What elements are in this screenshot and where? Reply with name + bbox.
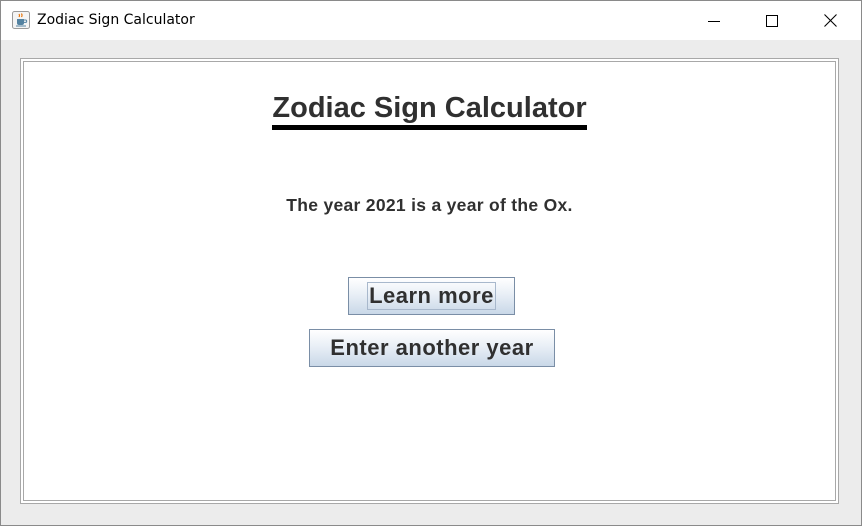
- maximize-button[interactable]: [743, 1, 801, 40]
- enter-another-year-button[interactable]: Enter another year: [309, 329, 555, 367]
- java-coffee-cup-icon[interactable]: [12, 11, 30, 29]
- window-title: Zodiac Sign Calculator: [37, 12, 195, 28]
- close-icon: [823, 14, 837, 27]
- learn-more-button[interactable]: Learn more: [348, 277, 515, 315]
- app-window: Zodiac Sign Calculator Zodiac Sign Calcu…: [0, 0, 862, 526]
- main-panel-inner: Zodiac Sign Calculator The year 2021 is …: [23, 61, 836, 501]
- content-area: Zodiac Sign Calculator The year 2021 is …: [1, 40, 861, 525]
- close-button[interactable]: [801, 1, 859, 40]
- page-title: Zodiac Sign Calculator: [24, 91, 835, 130]
- learn-more-label: Learn more: [367, 282, 496, 310]
- page-title-text: Zodiac Sign Calculator: [272, 91, 587, 130]
- main-panel: Zodiac Sign Calculator The year 2021 is …: [20, 58, 839, 504]
- minimize-icon: [708, 20, 720, 22]
- maximize-icon: [766, 14, 778, 27]
- title-bar[interactable]: Zodiac Sign Calculator: [1, 1, 861, 40]
- minimize-button[interactable]: [685, 1, 743, 40]
- zodiac-result-text: The year 2021 is a year of the Ox.: [286, 195, 573, 215]
